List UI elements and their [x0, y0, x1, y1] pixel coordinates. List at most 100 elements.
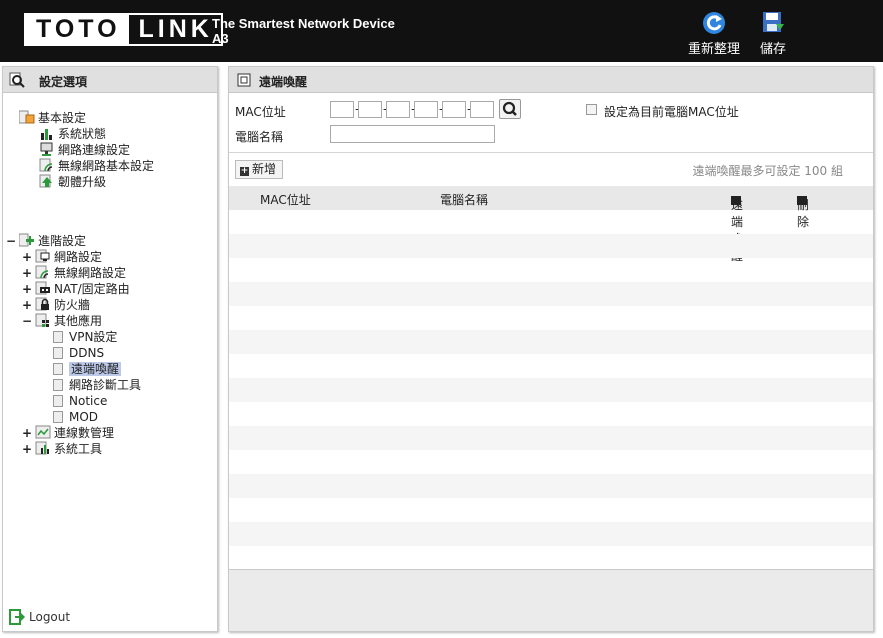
plus-icon: + [240, 166, 249, 176]
mac-octet-5[interactable] [442, 101, 466, 118]
sidebar-item-other-apps[interactable]: 其他應用 [35, 313, 102, 329]
tree-wireless-toggle[interactable]: + [22, 265, 32, 281]
sidebar-item-label: 韌體升級 [58, 175, 107, 189]
router-icon [35, 281, 50, 295]
sidebar-item-ddns[interactable]: DDNS [53, 345, 104, 361]
table-header: MAC位址 電腦名稱 遠端喚醒 刪除 [229, 186, 873, 263]
mac-octet-6[interactable] [470, 101, 494, 118]
apps-icon [35, 313, 49, 327]
tree-network-toggle[interactable]: + [22, 249, 32, 265]
upgrade-icon [39, 174, 52, 188]
sidebar-item-label: VPN設定 [69, 330, 118, 344]
sidebar-item-vpn[interactable]: VPN設定 [53, 329, 117, 345]
settings-search-icon [9, 72, 25, 88]
col-mac-header: MAC位址 [260, 193, 311, 207]
tree-advanced-toggle[interactable]: − [6, 233, 16, 249]
sidebar-item-nat-routing[interactable]: NAT/固定路由 [35, 281, 130, 297]
table-row [229, 234, 873, 258]
sidebar-item-system-status[interactable]: 系統狀態 [39, 126, 106, 142]
sidebar-item-label: 網路診斷工具 [69, 378, 142, 392]
sidebar-item-notice[interactable]: Notice [53, 393, 107, 409]
main-footer [229, 569, 873, 631]
mac-search-button[interactable] [499, 99, 521, 119]
logout-link[interactable]: Logout [9, 609, 70, 625]
page-icon [53, 395, 63, 407]
sidebar-item-label: 網路設定 [54, 250, 103, 264]
divider [229, 152, 873, 153]
save-icon [763, 12, 784, 32]
table-row [229, 306, 873, 330]
main-header: 遠端喚醒 [229, 67, 873, 93]
page-icon [53, 411, 63, 423]
refresh-button[interactable]: 重新整理 [684, 10, 744, 57]
mac-octet-2[interactable] [358, 101, 382, 118]
sidebar-item-label: 系統工具 [54, 442, 103, 456]
sidebar-item-mod[interactable]: MOD [53, 409, 98, 425]
tree-system-tools-toggle[interactable]: + [22, 441, 32, 457]
table-row [229, 258, 873, 282]
tree-other-apps-toggle[interactable]: − [22, 313, 32, 329]
mac-octet-1[interactable] [330, 101, 354, 118]
sidebar-item-label: 其他應用 [54, 314, 103, 328]
tree-firewall-toggle[interactable]: + [22, 297, 32, 313]
sidebar-item-label: 系統狀態 [58, 127, 107, 141]
sidebar-item-network-settings[interactable]: 網路設定 [35, 249, 102, 265]
totolink-logo: TOTO LINK [24, 13, 223, 46]
table-row [229, 498, 873, 522]
monitor-icon [40, 142, 53, 156]
sidebar-item-connection-mgmt[interactable]: 連線數管理 [35, 425, 114, 441]
table-row [229, 426, 873, 450]
table-row [229, 546, 873, 570]
tree-basic-settings[interactable]: 基本設定 [19, 110, 86, 126]
save-button[interactable]: 儲存 [754, 10, 792, 57]
mac-octet-4[interactable] [414, 101, 438, 118]
tree-advanced-settings[interactable]: 進階設定 [19, 233, 86, 249]
col-name-header: 電腦名稱 [440, 193, 489, 207]
max-entries-note: 遠端喚醒最多可設定 100 組 [692, 164, 843, 178]
sidebar-item-label: DDNS [69, 346, 105, 360]
tree-connection-mgmt-toggle[interactable]: + [22, 425, 32, 441]
mac-octet-3[interactable] [386, 101, 410, 118]
sidebar-item-label-selected: 遠端喚醒 [69, 362, 122, 376]
tree-advanced-label: 進階設定 [38, 234, 87, 248]
refresh-label: 重新整理 [687, 42, 740, 57]
sidebar-item-label: 連線數管理 [54, 426, 115, 440]
sidebar-item-wake-on-lan[interactable]: 遠端喚醒 [53, 361, 122, 377]
sidebar-item-network-diagnostics[interactable]: 網路診斷工具 [53, 377, 141, 393]
sidebar-item-network-connection[interactable]: 網路連線設定 [39, 142, 130, 158]
computer-name-label: 電腦名稱 [235, 130, 284, 144]
bar-chart-icon [35, 441, 49, 455]
add-button[interactable]: + 新增 [235, 160, 284, 179]
model-name: A3 [212, 31, 229, 46]
computer-name-input[interactable] [330, 125, 495, 143]
sidebar-item-label: 無線網路設定 [54, 266, 127, 280]
graph-icon [35, 425, 51, 439]
table-row [229, 474, 873, 498]
table-row [229, 402, 873, 426]
tagline-text: The Smartest Network Device [212, 16, 395, 31]
sidebar-item-wireless-basic[interactable]: 無線網路基本設定 [39, 158, 154, 174]
main-panel: 遠端喚醒 MAC位址 - - - - - 設定為目前電腦MAC位址 電腦名稱 +… [228, 66, 874, 632]
use-current-mac-label: 設定為目前電腦MAC位址 [604, 105, 739, 119]
use-current-mac-checkbox[interactable] [586, 104, 597, 115]
sidebar-item-firewall[interactable]: 防火牆 [35, 297, 90, 313]
table-row [229, 522, 873, 546]
sidebar-title: 設定選項 [39, 75, 88, 89]
add-label: 新增 [252, 162, 277, 176]
bar-chart-icon [41, 129, 52, 140]
logo-part2: LINK [128, 15, 221, 44]
sidebar-item-label: MOD [69, 410, 99, 424]
logout-label: Logout [29, 610, 71, 624]
tree-nat-toggle[interactable]: + [22, 281, 32, 297]
sidebar-header: 設定選項 [3, 67, 217, 93]
folder-settings-icon [19, 110, 35, 124]
top-header: TOTO LINK The Smartest Network Device A3… [0, 0, 883, 62]
page-title: 遠端喚醒 [259, 75, 308, 89]
sidebar-item-firmware-upgrade[interactable]: 韌體升級 [39, 174, 106, 190]
sidebar-item-system-tools[interactable]: 系統工具 [35, 441, 102, 457]
sidebar-item-wireless-settings[interactable]: 無線網路設定 [35, 265, 126, 281]
wifi-icon [39, 158, 53, 172]
refresh-icon [703, 12, 725, 34]
sidebar-item-label: NAT/固定路由 [54, 282, 130, 296]
sidebar-item-label: 網路連線設定 [58, 143, 131, 157]
